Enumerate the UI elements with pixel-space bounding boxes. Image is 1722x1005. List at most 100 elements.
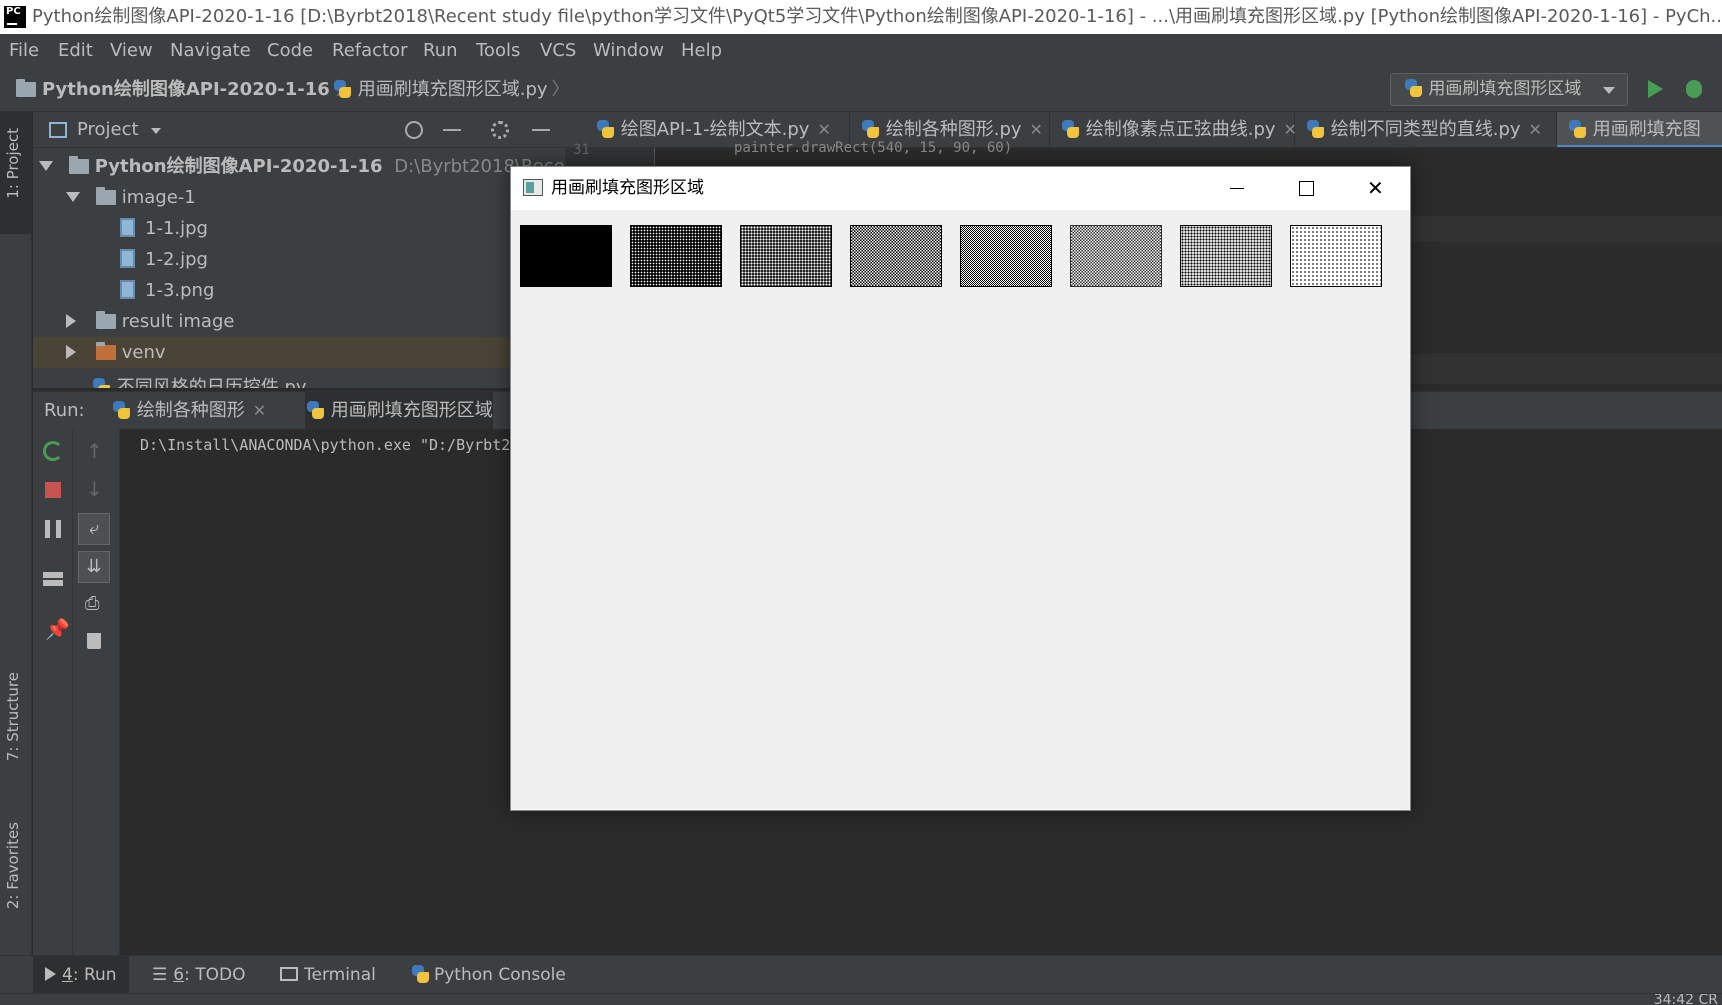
window-title: Python绘制图像API-2020-1-16 [D:\Byrbt2018\Re… xyxy=(32,6,1722,27)
menu-run[interactable]: Run xyxy=(423,34,458,68)
image-file-icon xyxy=(120,218,135,237)
editor-tab-label: 绘图API-1-绘制文本.py xyxy=(620,119,810,140)
tree-item-file[interactable]: 1-2.jpg xyxy=(33,244,565,275)
tree-item-result-image[interactable]: result image xyxy=(33,306,565,337)
menu-edit[interactable]: Edit xyxy=(58,34,93,68)
menu-bar: File Edit View Navigate Code Refactor Ru… xyxy=(0,34,1722,68)
locate-icon[interactable] xyxy=(405,121,423,139)
layout-icon[interactable] xyxy=(43,572,63,586)
close-icon[interactable]: ✕ xyxy=(817,120,830,139)
collapse-all-icon[interactable] xyxy=(443,129,461,131)
editor-tab[interactable]: 绘制像素点正弦曲线.py ✕ xyxy=(1050,112,1297,147)
breadcrumb-file[interactable]: 用画刷填充图形区域.py 〉 xyxy=(332,68,570,112)
tree-item-label: venv xyxy=(121,342,166,363)
project-panel-header: Project xyxy=(33,112,565,148)
run-configuration-select[interactable]: 用画刷填充图形区域 xyxy=(1390,73,1628,106)
console-output: D:\Install\ANACONDA\python.exe "D:/Byrbt… xyxy=(140,436,511,454)
chevron-down-icon[interactable] xyxy=(151,128,161,134)
python-file-icon xyxy=(860,119,880,139)
close-icon: ✕ xyxy=(1367,176,1384,200)
gear-icon[interactable] xyxy=(491,121,509,139)
menu-view[interactable]: View xyxy=(110,34,153,68)
menu-vcs[interactable]: VCS xyxy=(540,34,576,68)
bottom-tab-todo[interactable]: ☰ 6: TODO xyxy=(140,956,257,994)
folder-icon xyxy=(95,187,116,205)
caret-position[interactable]: 34:42 CR xyxy=(1654,994,1718,1005)
bottom-tab-python-console[interactable]: Python Console xyxy=(398,956,578,994)
menu-window[interactable]: Window xyxy=(593,34,664,68)
maximize-button[interactable] xyxy=(1271,167,1341,210)
menu-navigate[interactable]: Navigate xyxy=(170,34,251,68)
tree-item-root[interactable]: Python绘制图像API-2020-1-16 D:\Byrbt2018\Rec… xyxy=(33,151,565,182)
pin-icon[interactable]: 📌 xyxy=(45,619,70,639)
menu-help[interactable]: Help xyxy=(681,34,722,68)
run-icon xyxy=(45,967,56,981)
project-tree: Python绘制图像API-2020-1-16 D:\Byrbt2018\Rec… xyxy=(33,148,565,388)
tree-item-file[interactable]: 不同风格的日历控件.py xyxy=(33,372,565,388)
brush-swatch-dense4 xyxy=(960,225,1052,287)
run-tab[interactable]: 绘制各种图形 ✕ xyxy=(111,392,266,430)
close-button[interactable]: ✕ xyxy=(1340,167,1410,210)
tool-tab-structure[interactable]: 7: Structure xyxy=(0,670,32,790)
bottom-tab-run[interactable]: 4: Run xyxy=(33,956,129,994)
run-tab-label: 绘制各种图形 xyxy=(136,400,245,421)
terminal-icon xyxy=(280,967,298,981)
tree-item-image-1[interactable]: image-1 xyxy=(33,182,565,213)
tool-tab-favorites-label: 2: Favorites xyxy=(4,822,22,910)
project-view-selector[interactable]: Project xyxy=(77,112,139,148)
expand-arrow-icon xyxy=(66,192,80,202)
minimize-button[interactable] xyxy=(1201,167,1271,210)
tree-item-label: 1-1.jpg xyxy=(145,218,208,239)
run-configuration-label: 用画刷填充图形区域 xyxy=(1428,79,1582,99)
tool-tab-favorites[interactable]: 2: Favorites xyxy=(0,820,32,940)
debug-icon[interactable] xyxy=(1686,80,1702,98)
menu-code[interactable]: Code xyxy=(267,34,313,68)
trash-icon[interactable] xyxy=(87,633,101,649)
tree-item-file[interactable]: 1-1.jpg xyxy=(33,213,565,244)
tree-item-file[interactable]: 1-3.png xyxy=(33,275,565,306)
close-icon[interactable]: ✕ xyxy=(1030,120,1043,139)
soft-wrap-icon[interactable]: ⤶ xyxy=(78,513,110,545)
project-view-icon xyxy=(49,122,67,138)
menu-file[interactable]: File xyxy=(9,34,39,68)
print-icon[interactable]: ⎙ xyxy=(85,594,105,614)
chevron-down-icon xyxy=(1603,87,1615,94)
python-file-icon xyxy=(1403,78,1423,98)
pause-icon[interactable] xyxy=(45,520,61,538)
tree-item-venv[interactable]: venv xyxy=(33,337,565,368)
code-line: painter.drawRect(540, 15, 90, 60) xyxy=(734,140,1013,156)
editor-tab-label: 绘制不同类型的直线.py xyxy=(1330,119,1521,140)
stop-icon[interactable] xyxy=(45,482,61,498)
editor-tab[interactable]: 绘制不同类型的直线.py ✕ xyxy=(1295,112,1557,147)
breadcrumb-project[interactable]: Python绘制图像API-2020-1-16 〉 xyxy=(16,68,354,112)
image-file-icon xyxy=(120,249,135,268)
brush-swatch-dense7 xyxy=(1290,225,1382,287)
tool-tab-project[interactable]: 1: Project xyxy=(0,112,32,234)
folder-icon xyxy=(68,156,89,174)
python-file-icon xyxy=(91,377,111,388)
bottom-tab-terminal[interactable]: Terminal xyxy=(268,956,388,994)
pycharm-logo-icon: PC xyxy=(4,6,26,28)
minimize-icon[interactable] xyxy=(532,129,550,131)
arrow-up-icon[interactable]: ↑ xyxy=(86,441,106,461)
list-icon: ☰ xyxy=(152,965,168,985)
close-icon[interactable]: ✕ xyxy=(253,401,266,420)
run-toolbar-primary: 📌 xyxy=(33,429,73,955)
line-number: 31 xyxy=(573,142,590,158)
run-tab-label: 用画刷填充图形区域 xyxy=(330,400,493,421)
bottom-tab-label: Terminal xyxy=(304,965,376,985)
editor-tab-active[interactable]: 用画刷填充图 xyxy=(1557,112,1722,147)
menu-refactor[interactable]: Refactor xyxy=(332,34,408,68)
rerun-icon[interactable] xyxy=(43,441,63,461)
python-file-icon xyxy=(332,79,352,99)
menu-tools[interactable]: Tools xyxy=(476,34,520,68)
close-icon[interactable]: ✕ xyxy=(1529,120,1542,139)
python-file-icon xyxy=(1567,119,1587,139)
scroll-to-end-icon[interactable]: ⇊ xyxy=(78,551,110,583)
expand-arrow-icon xyxy=(66,345,76,359)
arrow-down-icon[interactable]: ↓ xyxy=(86,479,106,499)
python-file-icon xyxy=(1060,119,1080,139)
run-toolbar-secondary: ↑ ↓ ⤶ ⇊ ⎙ xyxy=(73,429,120,955)
run-icon[interactable] xyxy=(1648,80,1663,98)
run-tab-active[interactable]: 用画刷填充图形区域 xyxy=(305,392,493,430)
